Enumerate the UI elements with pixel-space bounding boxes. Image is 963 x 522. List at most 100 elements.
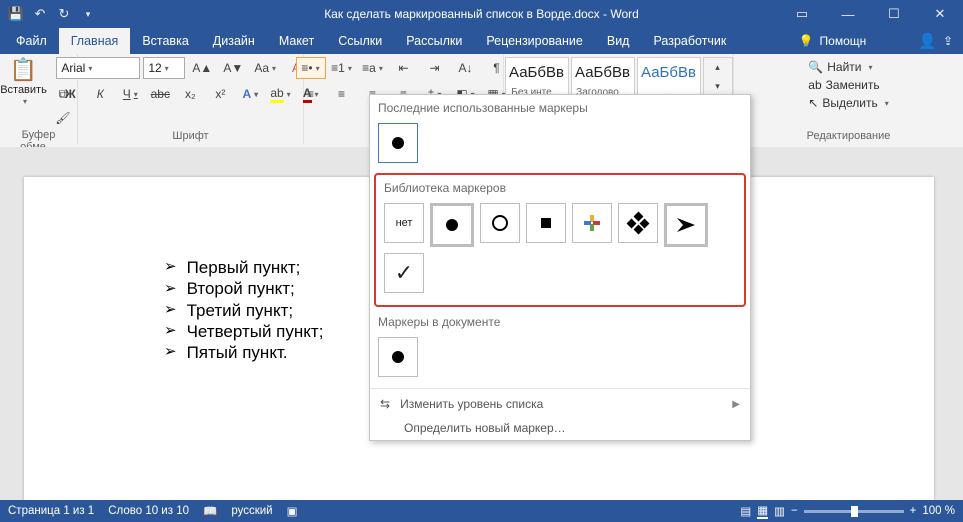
- replace-icon: ab: [808, 78, 821, 92]
- bullets-dropdown: Последние использованные маркеры Библиот…: [369, 94, 751, 441]
- italic-button[interactable]: К: [86, 83, 114, 105]
- view-read-icon[interactable]: ▤: [740, 504, 751, 518]
- section-doc-label: Маркеры в документе: [370, 309, 750, 333]
- shrink-font-icon[interactable]: A▼: [219, 57, 247, 79]
- increase-indent-icon[interactable]: ⇥: [420, 57, 450, 79]
- list-item[interactable]: ➢Пятый пункт.: [164, 342, 323, 363]
- tab-design[interactable]: Дизайн: [201, 28, 267, 54]
- select-button[interactable]: ↖Выделить▾: [806, 95, 890, 111]
- tab-view[interactable]: Вид: [595, 28, 642, 54]
- library-4color[interactable]: [572, 203, 612, 243]
- styles-scroll-up-icon[interactable]: ▴: [704, 58, 732, 77]
- tab-file[interactable]: Файл: [4, 28, 59, 54]
- redo-icon[interactable]: ↻: [54, 4, 74, 24]
- qat-more-icon[interactable]: ▾: [78, 4, 98, 24]
- highlight-icon[interactable]: ab▾: [266, 83, 294, 105]
- align-center-icon[interactable]: ≡: [327, 83, 357, 105]
- group-label-font: Шрифт: [84, 130, 297, 144]
- list-item[interactable]: ➢Третий пункт;: [164, 300, 323, 321]
- spellcheck-icon[interactable]: 📖: [203, 504, 217, 518]
- grow-font-icon[interactable]: A▲: [188, 57, 216, 79]
- text-effects-icon[interactable]: A▾: [236, 83, 264, 105]
- library-check[interactable]: ✓: [384, 253, 424, 293]
- tab-layout[interactable]: Макет: [267, 28, 326, 54]
- save-icon[interactable]: 💾: [6, 4, 26, 24]
- group-label-editing: Редактирование: [740, 130, 957, 144]
- account-icon[interactable]: 👤: [918, 32, 937, 50]
- font-size-combo[interactable]: 12▾: [143, 57, 185, 79]
- minimize-icon[interactable]: —: [825, 0, 871, 28]
- sort-icon[interactable]: A↓: [451, 57, 481, 79]
- change-case-icon[interactable]: Aa▾: [250, 57, 280, 79]
- paste-icon: 📋: [10, 57, 37, 83]
- zoom-in-icon[interactable]: +: [910, 505, 917, 517]
- tell-me-label[interactable]: Помощн: [820, 34, 867, 48]
- chevron-right-icon: ▶: [732, 399, 740, 410]
- multilevel-button[interactable]: ≡a▾: [358, 57, 388, 79]
- align-left-icon[interactable]: ≡: [296, 83, 326, 105]
- qat: 💾 ↶ ↻ ▾: [0, 4, 98, 24]
- change-list-level[interactable]: ⇆ Изменить уровень списка ▶: [370, 392, 750, 416]
- library-4diamond[interactable]: [618, 203, 658, 243]
- tab-insert[interactable]: Вставка: [130, 28, 200, 54]
- view-web-icon[interactable]: ▥: [774, 504, 785, 518]
- library-square[interactable]: [526, 203, 566, 243]
- decrease-indent-icon[interactable]: ⇤: [389, 57, 419, 79]
- list-item[interactable]: ➢Первый пункт;: [164, 257, 323, 278]
- tab-references[interactable]: Ссылки: [326, 28, 394, 54]
- section-library-label: Библиотека маркеров: [376, 175, 744, 199]
- zoom-value[interactable]: 100 %: [922, 505, 955, 517]
- tell-me-icon[interactable]: 💡: [799, 34, 814, 48]
- tab-home[interactable]: Главная: [59, 28, 131, 54]
- undo-icon[interactable]: ↶: [30, 4, 50, 24]
- document-content[interactable]: ➢Первый пункт; ➢Второй пункт; ➢Третий пу…: [164, 257, 323, 363]
- bold-button[interactable]: Ж: [56, 83, 84, 105]
- arrow-bullet-icon: ➢: [164, 280, 177, 299]
- close-icon[interactable]: ✕: [917, 0, 963, 28]
- strike-button[interactable]: abc: [146, 83, 174, 105]
- paste-label: Вставить: [0, 84, 47, 96]
- doc-bullet-disc[interactable]: [378, 337, 418, 377]
- superscript-button[interactable]: x²: [206, 83, 234, 105]
- status-words[interactable]: Слово 10 из 10: [108, 505, 189, 517]
- group-editing: 🔍Найти▾ abЗаменить ↖Выделить▾ Редактиров…: [734, 54, 963, 144]
- status-page[interactable]: Страница 1 из 1: [8, 505, 94, 517]
- numbering-button[interactable]: ≡1▾: [327, 57, 357, 79]
- macro-record-icon[interactable]: ▣: [287, 504, 298, 518]
- zoom-slider[interactable]: [804, 510, 904, 513]
- arrow-bullet-icon: ➢: [164, 343, 177, 362]
- section-recent-label: Последние использованные маркеры: [370, 95, 750, 119]
- tab-mailings[interactable]: Рассылки: [394, 28, 474, 54]
- paste-button[interactable]: 📋 Вставить ▾: [0, 57, 47, 106]
- underline-button[interactable]: Ч▾: [116, 83, 144, 105]
- ribbon-options-icon[interactable]: ▭: [779, 0, 825, 28]
- define-new-bullet[interactable]: Определить новый маркер…: [370, 416, 750, 440]
- library-disc[interactable]: [430, 203, 474, 247]
- zoom-out-icon[interactable]: −: [791, 505, 798, 517]
- maximize-icon[interactable]: ☐: [871, 0, 917, 28]
- styles-scroll-down-icon[interactable]: ▾: [704, 77, 732, 96]
- library-arrowhead[interactable]: [664, 203, 708, 247]
- list-item[interactable]: ➢Четвертый пункт;: [164, 321, 323, 342]
- indent-icon: ⇆: [380, 397, 390, 411]
- search-icon: 🔍: [808, 60, 823, 74]
- list-item[interactable]: ➢Второй пункт;: [164, 278, 323, 299]
- find-button[interactable]: 🔍Найти▾: [806, 59, 874, 75]
- recent-bullet-disc[interactable]: [378, 123, 418, 163]
- replace-button[interactable]: abЗаменить: [806, 77, 881, 93]
- status-language[interactable]: русский: [231, 505, 272, 517]
- library-none[interactable]: нет: [384, 203, 424, 243]
- font-family-combo[interactable]: Arial▾: [56, 57, 140, 79]
- arrow-bullet-icon: ➢: [164, 258, 177, 277]
- tab-review[interactable]: Рецензирование: [474, 28, 595, 54]
- ribbon-tabs: Файл Главная Вставка Дизайн Макет Ссылки…: [0, 28, 963, 54]
- bullets-button[interactable]: ≡•▾: [296, 57, 326, 79]
- library-circle[interactable]: [480, 203, 520, 243]
- subscript-button[interactable]: x₂: [176, 83, 204, 105]
- view-print-icon[interactable]: ▦: [757, 503, 768, 519]
- group-font: Arial▾ 12▾ A▲ A▼ Aa▾ A⁄ Ж К Ч▾ abc x₂ x²…: [78, 54, 304, 144]
- font-size-value: 12: [148, 61, 161, 75]
- tab-developer[interactable]: Разработчик: [641, 28, 738, 54]
- share-icon[interactable]: ⇪: [943, 34, 953, 48]
- font-family-value: Arial: [61, 61, 85, 75]
